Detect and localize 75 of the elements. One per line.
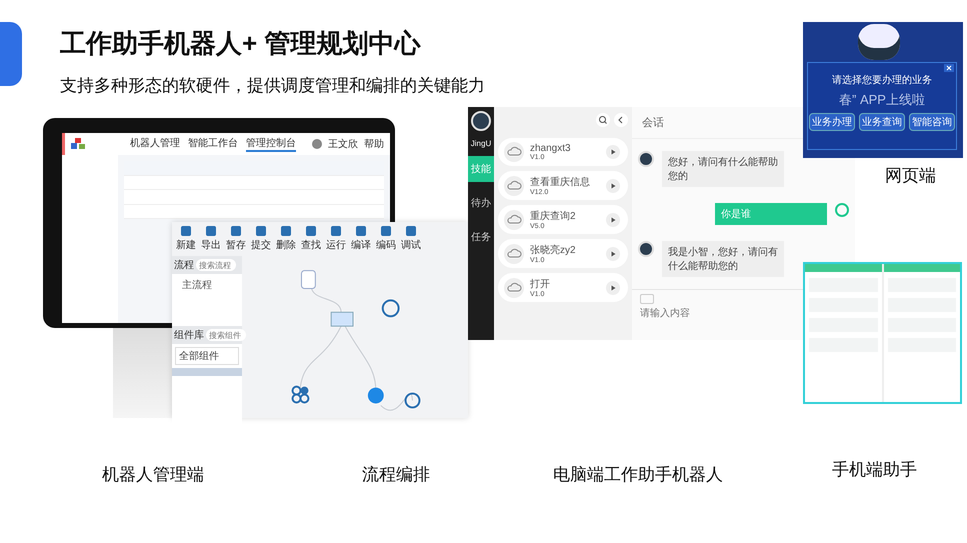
close-icon [944,64,954,72]
cloud-icon [504,142,524,162]
panel-label: 组件库 [174,328,204,342]
message-bubble: 我是小智，您好，请问有什么能帮助您的 [662,241,784,277]
user-avatar-icon [835,203,849,217]
cloud-icon [504,210,524,230]
back-icon [614,113,628,127]
cloud-icon [504,278,524,298]
toolbar-button[interactable]: 编码 [374,225,398,252]
skill-name: 张晓亮zy2 [530,244,577,257]
search-field[interactable]: 搜索流程 [196,259,236,271]
cloud-icon [504,176,524,196]
robot-icon [858,24,900,60]
tool-icon [255,225,267,237]
play-icon [606,246,620,260]
tool-icon [305,225,317,237]
play-icon [606,212,620,226]
user-name: 王文欣 [328,138,358,151]
toolbar-button[interactable]: 编译 [349,225,373,252]
panel-label: 流程 [174,258,194,272]
nav-tab[interactable]: 机器人管理 [130,136,180,152]
cloud-icon [504,244,524,264]
caption: 流程编排 [362,464,430,486]
toolbar-button[interactable]: 调试 [399,225,423,252]
nav-tab[interactable]: 智能工作台 [188,136,238,152]
caption: 机器人管理端 [102,464,204,486]
tool-icon [180,225,192,237]
background-text: 春” APP上线啦 [839,91,925,109]
tool-icon [405,225,417,237]
toolbar-button[interactable]: 提交 [249,225,273,252]
robot-icon [638,241,654,257]
nav-tab[interactable]: 管理控制台 [246,136,296,152]
toolbar-button[interactable]: 暂存 [224,225,248,252]
tool-icon [330,225,342,237]
flow-item[interactable]: 主流程 [172,274,242,296]
toolbar-button[interactable]: 删除 [274,225,298,252]
option-button[interactable]: 业务办理 [809,113,855,131]
dialog-prompt: 请选择您要办理的业务 [832,74,932,87]
nav-item[interactable]: 任务 [468,224,494,250]
avatar-icon [312,139,322,149]
app-name: JingU [470,139,492,148]
toolbar-button[interactable]: 运行 [324,225,348,252]
option-button[interactable]: 智能咨询 [909,113,955,131]
toolbar-button[interactable]: 新建 [174,225,198,252]
message-bubble: 您好，请问有什么能帮助您的 [662,151,784,187]
slide-title: 工作助手机器人+ 管理规划中心 [60,27,420,60]
skill-name: 查看重庆信息 [530,176,591,189]
tool-icon [230,225,242,237]
slide-subtitle: 支持多种形态的软硬件，提供调度管理和编排的关键能力 [60,75,485,97]
toolbar-button[interactable]: 导出 [199,225,223,252]
tool-icon [380,225,392,237]
tool-icon [205,225,217,237]
nav-item[interactable]: 待办 [468,190,494,216]
skill-name: zhangxt3 [530,143,572,154]
search-icon [596,113,610,127]
tool-icon [280,225,292,237]
skill-name: 打开 [530,278,551,291]
robot-avatar-icon [471,111,491,131]
dropdown[interactable]: 全部组件 [175,347,239,365]
robot-icon [638,151,654,167]
play-icon [606,178,620,192]
help-link[interactable]: 帮助 [364,137,384,151]
skill-name: 重庆查询2 [530,210,577,223]
toolbar-button[interactable]: 查找 [299,225,323,252]
tool-icon [355,225,367,237]
caption: 手机端助手 [832,459,917,481]
emoji-icon[interactable] [640,294,654,304]
option-button[interactable]: 业务查询 [859,113,905,131]
caption: 网页端 [885,165,936,187]
caption: 电脑端工作助手机器人 [553,464,723,486]
search-field[interactable]: 搜索组件 [206,329,246,341]
message-bubble: 你是谁 [715,203,827,225]
logo-icon [71,138,85,150]
play-icon [606,280,620,294]
play-icon [606,145,620,159]
